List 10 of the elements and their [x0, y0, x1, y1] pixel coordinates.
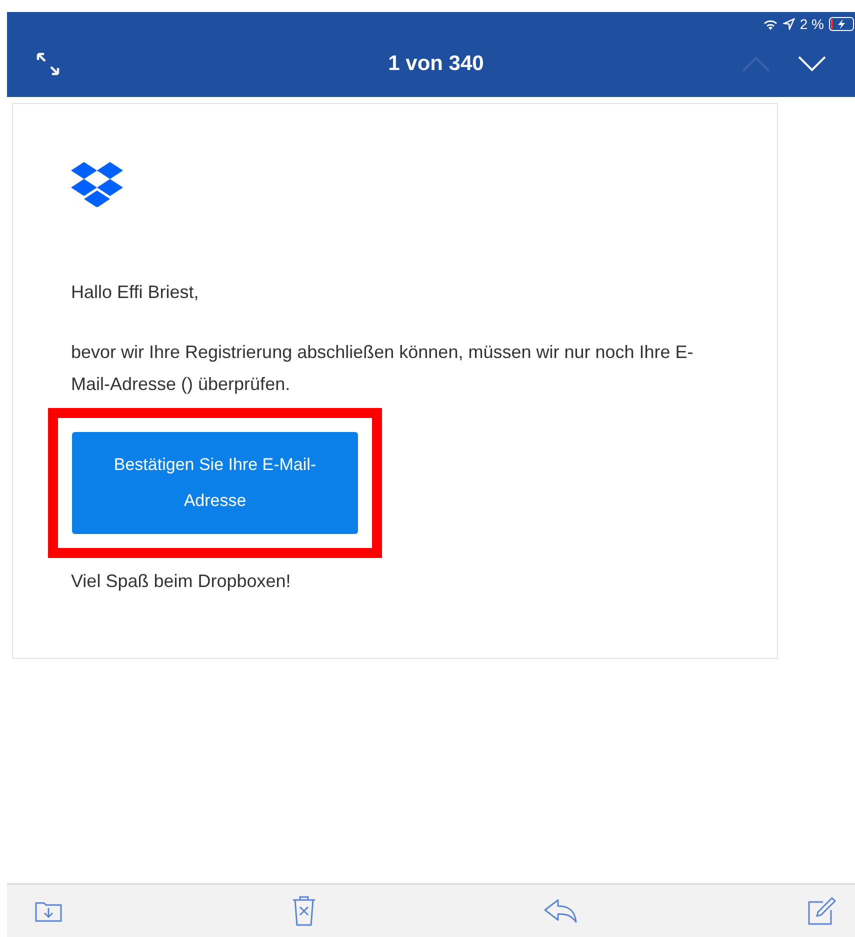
closing-text: Viel Spaß beim Dropboxen! [71, 570, 292, 593]
box-logo-icon [71, 162, 123, 207]
battery-icon [829, 17, 855, 31]
location-arrow-icon [782, 18, 795, 30]
body-text: bevor wir Ihre Registrierung abschließen können, müssen wir nur noch Ihre E-Mail-Adresse () überprüfen. [71, 341, 694, 396]
message-counter: 1 von 340 [388, 50, 484, 77]
greeting-text: Hallo Effi Briest, [71, 281, 200, 304]
confirm-email-button[interactable]: Bestätigen Sie Ihre E-Mail-Adresse [72, 432, 358, 534]
battery-percentage: 2 % [800, 14, 824, 34]
wifi-icon [762, 18, 778, 30]
